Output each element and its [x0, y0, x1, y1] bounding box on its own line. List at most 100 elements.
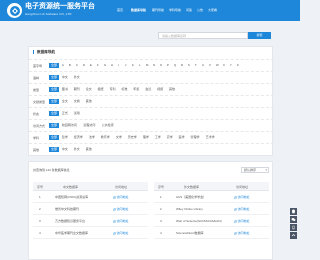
filter-option[interactable]: 外文: [73, 75, 81, 80]
filter-option[interactable]: H: [110, 63, 114, 68]
filter-option[interactable]: 哲学: [61, 135, 69, 140]
nav-subject[interactable]: 学科导航: [169, 8, 181, 12]
filter-option[interactable]: 其他: [85, 99, 93, 104]
filter-option[interactable]: N: [152, 63, 156, 68]
filter-option[interactable]: D: [82, 63, 86, 68]
filter-option[interactable]: 公共检索: [101, 123, 115, 128]
filter-option[interactable]: 全部: [49, 111, 60, 116]
filter-option[interactable]: 外文: [73, 147, 81, 152]
filter-option[interactable]: 医学: [178, 135, 186, 140]
filter-option[interactable]: 校园网访问: [61, 123, 78, 128]
filter-option[interactable]: 论文: [85, 87, 93, 92]
nav-database[interactable]: 数据库导航: [131, 8, 146, 12]
database-name[interactable]: Wiley Online Library: [176, 207, 203, 211]
filter-option[interactable]: J: [124, 63, 128, 68]
phone-icon[interactable]: [290, 224, 297, 231]
filter-option[interactable]: 试用: [73, 111, 81, 116]
filter-option[interactable]: 全部: [49, 135, 60, 140]
filter-option[interactable]: U: [201, 63, 205, 68]
qq-icon[interactable]: [290, 208, 297, 215]
filter-option[interactable]: G: [103, 63, 107, 68]
filter-option[interactable]: 艺术学: [205, 135, 216, 140]
filter-option[interactable]: 管理学: [190, 135, 201, 140]
filter-option[interactable]: 工学: [154, 135, 162, 140]
filter-option[interactable]: 教育学: [100, 135, 111, 140]
filter-option[interactable]: 全部: [49, 87, 60, 92]
filter-option[interactable]: Z: [236, 63, 240, 68]
filter-option[interactable]: 会议: [144, 87, 152, 92]
search-input[interactable]: [158, 32, 248, 39]
filter-option[interactable]: 全部: [49, 99, 60, 104]
filter-option[interactable]: 文摘: [73, 99, 81, 104]
filter-option[interactable]: V: [208, 63, 212, 68]
filter-option[interactable]: C: [75, 63, 79, 68]
filter-option[interactable]: I: [117, 63, 120, 68]
nav-journal[interactable]: 期刊导航: [152, 8, 164, 12]
nav-popular[interactable]: 大家看: [208, 8, 217, 12]
filter-option[interactable]: 视频: [156, 87, 164, 92]
filter-option[interactable]: A: [61, 63, 65, 68]
filter-option[interactable]: 文学: [115, 135, 123, 140]
filter-option[interactable]: X: [222, 63, 226, 68]
nav-notice[interactable]: 公告: [197, 8, 203, 12]
database-name[interactable]: ScienceDirect数据库: [176, 231, 204, 235]
filter-option[interactable]: 期刊: [73, 87, 81, 92]
back-to-top-icon[interactable]: [290, 232, 297, 239]
filter-option[interactable]: 法学: [88, 135, 96, 140]
filter-option[interactable]: R: [180, 63, 184, 68]
filter-option[interactable]: P: [166, 63, 170, 68]
database-name[interactable]: 中国知网(CNKI)资源总库: [55, 195, 88, 199]
visit-link[interactable]: 访问地址: [234, 219, 250, 223]
nav-home[interactable]: 首页: [117, 8, 123, 12]
visit-link[interactable]: 访问地址: [113, 195, 129, 199]
filter-option[interactable]: Q: [173, 63, 177, 68]
filter-option[interactable]: 年鉴: [132, 87, 140, 92]
filter-option[interactable]: Y: [229, 63, 233, 68]
database-name[interactable]: Web of Science(SCI/SSCI/A&HCI): [176, 219, 222, 223]
filter-option[interactable]: B: [68, 63, 72, 68]
logo-icon[interactable]: [7, 3, 22, 18]
filter-option[interactable]: W: [215, 63, 220, 68]
database-name[interactable]: 万方数据知识服务平台: [55, 219, 85, 223]
sort-select[interactable]: 默认排序 ▾: [241, 167, 269, 173]
database-name[interactable]: 中华医学期刊全文数据库: [55, 231, 88, 235]
filter-option[interactable]: 经济学: [73, 135, 84, 140]
visit-link[interactable]: 访问地址: [234, 195, 250, 199]
filter-option[interactable]: 报纸: [97, 87, 105, 92]
database-name[interactable]: ACS（美国化学学会）: [176, 195, 206, 199]
database-name[interactable]: 维普中文科技期刊: [55, 207, 79, 211]
filter-option[interactable]: 农学: [166, 135, 174, 140]
filter-option[interactable]: 历史学: [127, 135, 138, 140]
filter-option[interactable]: 远程访问: [82, 123, 96, 128]
filter-option[interactable]: 图书: [61, 87, 69, 92]
filter-option[interactable]: 标准: [120, 87, 128, 92]
wechat-icon[interactable]: [290, 216, 297, 223]
filter-option[interactable]: 中文: [61, 75, 69, 80]
filter-option[interactable]: L: [138, 63, 142, 68]
filter-option[interactable]: O: [159, 63, 163, 68]
filter-option[interactable]: T: [194, 63, 198, 68]
filter-option[interactable]: 其他: [168, 87, 176, 92]
visit-link[interactable]: 访问地址: [113, 231, 129, 235]
nav-qa[interactable]: 问答: [186, 8, 192, 12]
filter-option[interactable]: K: [131, 63, 135, 68]
filter-option[interactable]: 全部: [49, 123, 60, 128]
filter-option[interactable]: 全部: [49, 63, 60, 68]
filter-option[interactable]: 全部: [49, 147, 60, 152]
filter-option[interactable]: S: [187, 63, 191, 68]
filter-option[interactable]: M: [145, 63, 150, 68]
filter-option[interactable]: 理学: [142, 135, 150, 140]
filter-option[interactable]: E: [89, 63, 93, 68]
visit-link[interactable]: 访问地址: [234, 207, 250, 211]
visit-link[interactable]: 访问地址: [113, 207, 129, 211]
filter-option[interactable]: 全部: [49, 75, 60, 80]
visit-link[interactable]: 访问地址: [234, 231, 250, 235]
filter-option[interactable]: 正式: [61, 111, 69, 116]
filter-option[interactable]: 中文: [61, 147, 69, 152]
filter-option[interactable]: F: [96, 63, 100, 68]
filter-option[interactable]: 其他: [85, 147, 93, 152]
filter-option[interactable]: 专利: [109, 87, 117, 92]
visit-link[interactable]: 访问地址: [113, 219, 129, 223]
filter-option[interactable]: 全文: [61, 99, 69, 104]
search-button[interactable]: 搜索: [248, 32, 271, 39]
